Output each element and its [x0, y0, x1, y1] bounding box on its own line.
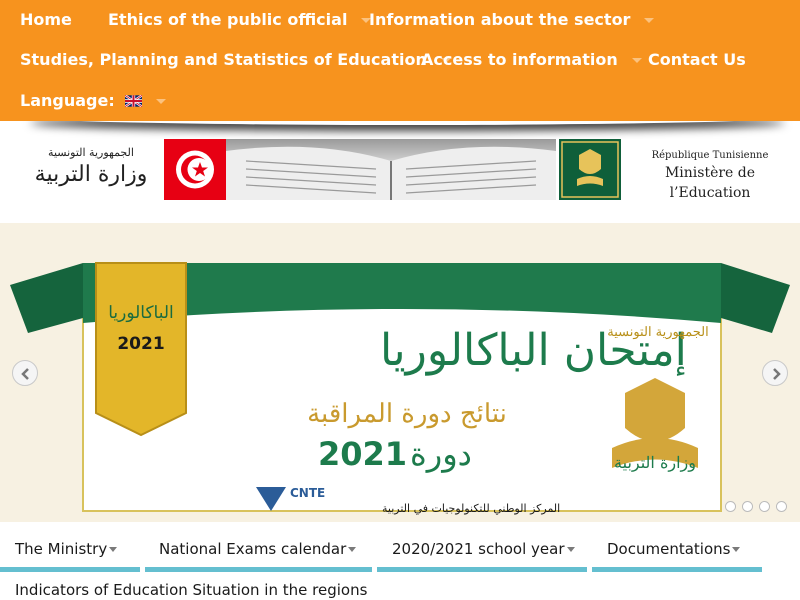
- nav-contact[interactable]: Contact Us: [648, 50, 746, 70]
- nav-contact-label: Contact Us: [648, 50, 746, 69]
- menu-national-exams-label: National Exams calendar: [159, 540, 347, 558]
- menu-the-ministry[interactable]: The Ministry: [0, 522, 140, 572]
- ar-ministry-text: وزارة التربية: [34, 162, 148, 187]
- fr-ministry-text: Ministère de l’Education: [664, 165, 756, 201]
- nav-home-label: Home: [20, 10, 72, 29]
- ar-republic-text: الجمهورية التونسية: [48, 146, 134, 159]
- caret-down-icon: [566, 547, 575, 552]
- slide-subtitle: نتائج دورة المراقبة: [307, 399, 507, 429]
- slide-republic-text: الجمهورية التونسية: [607, 325, 709, 340]
- uk-flag-icon: [125, 95, 143, 107]
- slider-dots: [725, 497, 793, 512]
- nav-home[interactable]: Home: [20, 10, 72, 30]
- menu-underline: [592, 567, 762, 572]
- header-banner: الجمهورية التونسية وزارة التربية Républi…: [0, 139, 800, 223]
- nav-language[interactable]: Language:: [20, 91, 167, 111]
- nav-sector-info[interactable]: Information about the sector: [369, 10, 655, 30]
- menu-school-year[interactable]: 2020/2021 school year: [377, 522, 587, 572]
- chevron-down-icon: [631, 58, 642, 63]
- slider-dot[interactable]: [742, 501, 753, 512]
- caret-down-icon: [348, 547, 357, 552]
- chevron-down-icon: [644, 18, 655, 23]
- slider-prev-button[interactable]: [12, 360, 38, 386]
- slider-dot[interactable]: [725, 501, 736, 512]
- caret-down-icon: [109, 547, 118, 552]
- menu-documentations[interactable]: Documentations: [592, 522, 762, 572]
- fr-republic-text: République Tunisienne: [651, 150, 769, 161]
- cnte-label: CNTE: [290, 486, 326, 500]
- menu-indicators[interactable]: Indicators of Education Situation in the…: [0, 570, 400, 600]
- caret-down-icon: [732, 547, 741, 552]
- nav-access[interactable]: Access to information: [421, 50, 642, 70]
- chevron-left-icon: [21, 368, 29, 380]
- slide-badge-year: 2021: [117, 334, 165, 354]
- slide-year: 2021: [318, 435, 408, 473]
- menu-documentations-label: Documentations: [607, 540, 731, 558]
- chevron-right-icon: [773, 368, 781, 380]
- ministry-french-logo[interactable]: République Tunisienne Ministère de l’Edu…: [628, 149, 792, 203]
- ministry-emblem-icon: [559, 139, 621, 200]
- slider-dot[interactable]: [759, 501, 770, 512]
- hero-slider: الباكالوريا 2021 إمتحان الباكالوريا نتائ…: [0, 223, 800, 522]
- slider-next-button[interactable]: [762, 360, 788, 386]
- nav-language-label: Language:: [20, 91, 115, 110]
- menu-underline: [377, 567, 587, 572]
- slide-session: دورة: [410, 435, 472, 473]
- ministry-arabic-logo[interactable]: الجمهورية التونسية وزارة التربية: [22, 145, 160, 197]
- nav-access-label: Access to information: [421, 50, 618, 69]
- menu-the-ministry-label: The Ministry: [15, 540, 108, 558]
- menu-indicators-label: Indicators of Education Situation in the…: [15, 581, 368, 599]
- open-book-image: [226, 139, 556, 200]
- nav-ethics[interactable]: Ethics of the public official: [108, 10, 372, 30]
- nav-sector-info-label: Information about the sector: [369, 10, 631, 29]
- nav-studies-label: Studies, Planning and Statistics of Educ…: [20, 50, 427, 69]
- nav-shadow: [0, 121, 800, 139]
- slide-badge-text: الباكالوريا: [108, 303, 174, 323]
- menu-national-exams[interactable]: National Exams calendar: [145, 522, 372, 572]
- chevron-down-icon: [156, 99, 167, 104]
- slide-title: إمتحان الباكالوريا: [380, 325, 687, 376]
- top-navigation: Home Ethics of the public official Infor…: [0, 0, 800, 121]
- menu-school-year-label: 2020/2021 school year: [392, 540, 565, 558]
- slide-ministry-text: وزارة التربية: [614, 453, 696, 472]
- nav-studies[interactable]: Studies, Planning and Statistics of Educ…: [20, 50, 451, 70]
- nav-ethics-label: Ethics of the public official: [108, 10, 348, 29]
- slider-dot[interactable]: [776, 501, 787, 512]
- cnte-arabic-text: المركز الوطني للتكنولوجيات في التربية: [382, 502, 561, 515]
- secondary-menu: The Ministry National Exams calendar 202…: [0, 522, 800, 600]
- tunisia-flag-icon: [164, 139, 226, 200]
